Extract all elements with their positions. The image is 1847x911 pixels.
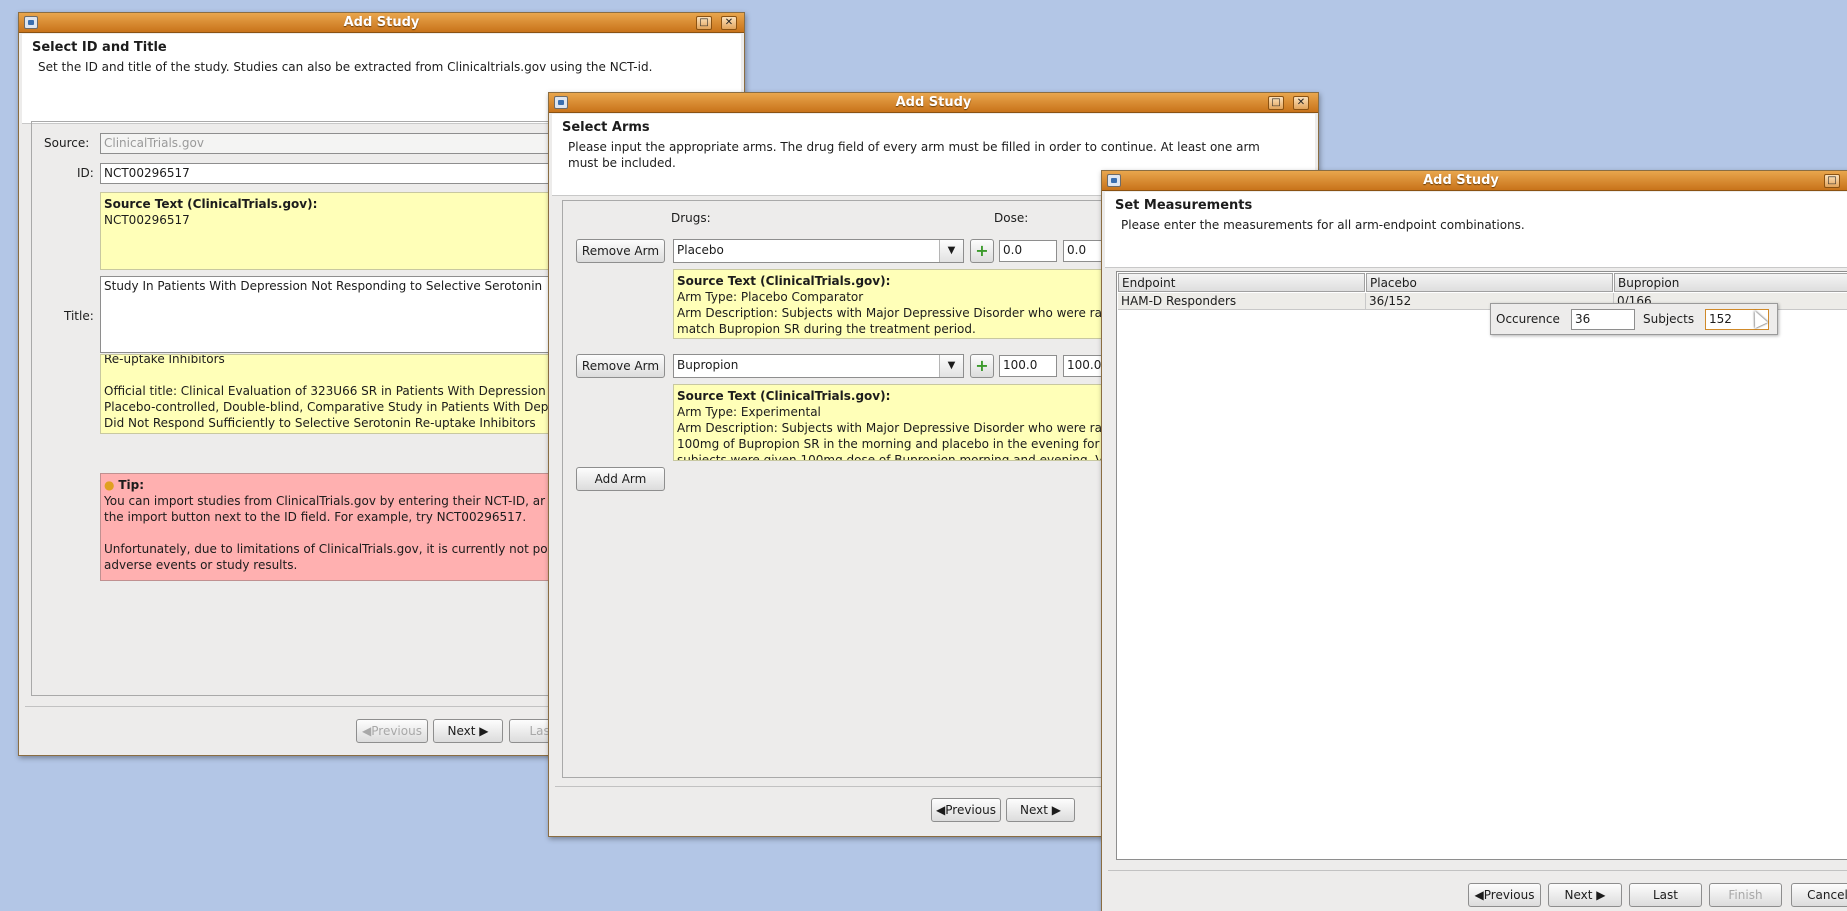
step-description-line-1: Please input the appropriate arms. The d… <box>568 140 1260 154</box>
subjects-label: Subjects <box>1643 312 1695 326</box>
step-title: Select Arms <box>562 120 650 135</box>
remove-arm-button[interactable]: Remove Arm <box>576 354 665 378</box>
next-button[interactable]: Next ▶ <box>433 719 503 743</box>
close-button[interactable]: ✕ <box>721 16 737 30</box>
id-label: ID: <box>77 166 94 180</box>
drug-combo-bupropion[interactable]: Bupropion ▼ <box>673 354 964 378</box>
maximize-button[interactable]: □ <box>1268 96 1284 110</box>
step-title: Set Measurements <box>1115 198 1253 213</box>
remove-arm-button[interactable]: Remove Arm <box>576 239 665 263</box>
wizard-header: Set Measurements Please enter the measur… <box>1105 192 1847 268</box>
cancel-button[interactable]: Cancel <box>1791 883 1847 907</box>
step-description: Set the ID and title of the study. Studi… <box>38 60 653 74</box>
tip-title: Tip: <box>118 478 144 492</box>
add-drug-icon[interactable]: + <box>970 354 994 378</box>
last-button[interactable]: Last <box>1629 883 1702 907</box>
maximize-button[interactable]: □ <box>696 16 712 30</box>
occurence-field[interactable]: 36 <box>1571 309 1635 330</box>
next-button[interactable]: Next ▶ <box>1548 883 1622 907</box>
source-label: Source: <box>44 136 90 150</box>
next-button[interactable]: Next ▶ <box>1006 798 1075 822</box>
drugs-label: Drugs: <box>671 211 711 225</box>
previous-button[interactable]: ◀Previous <box>356 719 428 743</box>
add-study-window-measurements: Add Study □ Set Measurements Please ente… <box>1101 170 1847 911</box>
finish-button[interactable]: Finish <box>1709 883 1782 907</box>
measurement-editor-popup: Occurence 36 Subjects 152 <box>1490 303 1778 335</box>
lightbulb-icon: ● <box>104 478 115 492</box>
window-title: Add Study <box>895 95 972 110</box>
occurence-label: Occurence <box>1496 312 1560 326</box>
dose-label: Dose: <box>994 211 1029 225</box>
step-title: Select ID and Title <box>32 40 167 55</box>
title-bar[interactable]: Add Study □ <box>1102 171 1847 191</box>
maximize-button[interactable]: □ <box>1824 174 1840 188</box>
add-drug-icon[interactable]: + <box>970 239 994 263</box>
add-arm-button[interactable]: Add Arm <box>576 467 665 491</box>
title-bar[interactable]: Add Study □ ✕ <box>19 13 744 33</box>
dose-min-field[interactable]: 100.0 <box>999 355 1057 377</box>
measurements-table: Endpoint Placebo Bupropion HAM-D Respond… <box>1116 271 1847 860</box>
column-header-endpoint[interactable]: Endpoint <box>1118 273 1365 292</box>
title-label: Title: <box>64 309 94 323</box>
close-button[interactable]: ✕ <box>1293 96 1309 110</box>
window-title: Add Study <box>1423 173 1499 188</box>
column-header-bupropion[interactable]: Bupropion <box>1614 273 1847 292</box>
dose-min-field[interactable]: 0.0 <box>999 240 1057 262</box>
chevron-down-icon[interactable]: ▼ <box>939 240 963 262</box>
drug-combo-placebo[interactable]: Placebo ▼ <box>673 239 964 263</box>
title-bar[interactable]: Add Study □ ✕ <box>549 93 1318 113</box>
button-separator <box>1108 870 1847 871</box>
step-description: Please enter the measurements for all ar… <box>1121 218 1525 232</box>
step-description-line-2: must be included. <box>568 156 676 170</box>
previous-button[interactable]: ◀Previous <box>1468 883 1541 907</box>
cell-endpoint[interactable]: HAM-D Responders <box>1118 293 1366 310</box>
window-title: Add Study <box>343 15 420 30</box>
chevron-down-icon[interactable]: ▼ <box>939 355 963 377</box>
column-header-placebo[interactable]: Placebo <box>1366 273 1613 292</box>
previous-button[interactable]: ◀Previous <box>931 798 1001 822</box>
